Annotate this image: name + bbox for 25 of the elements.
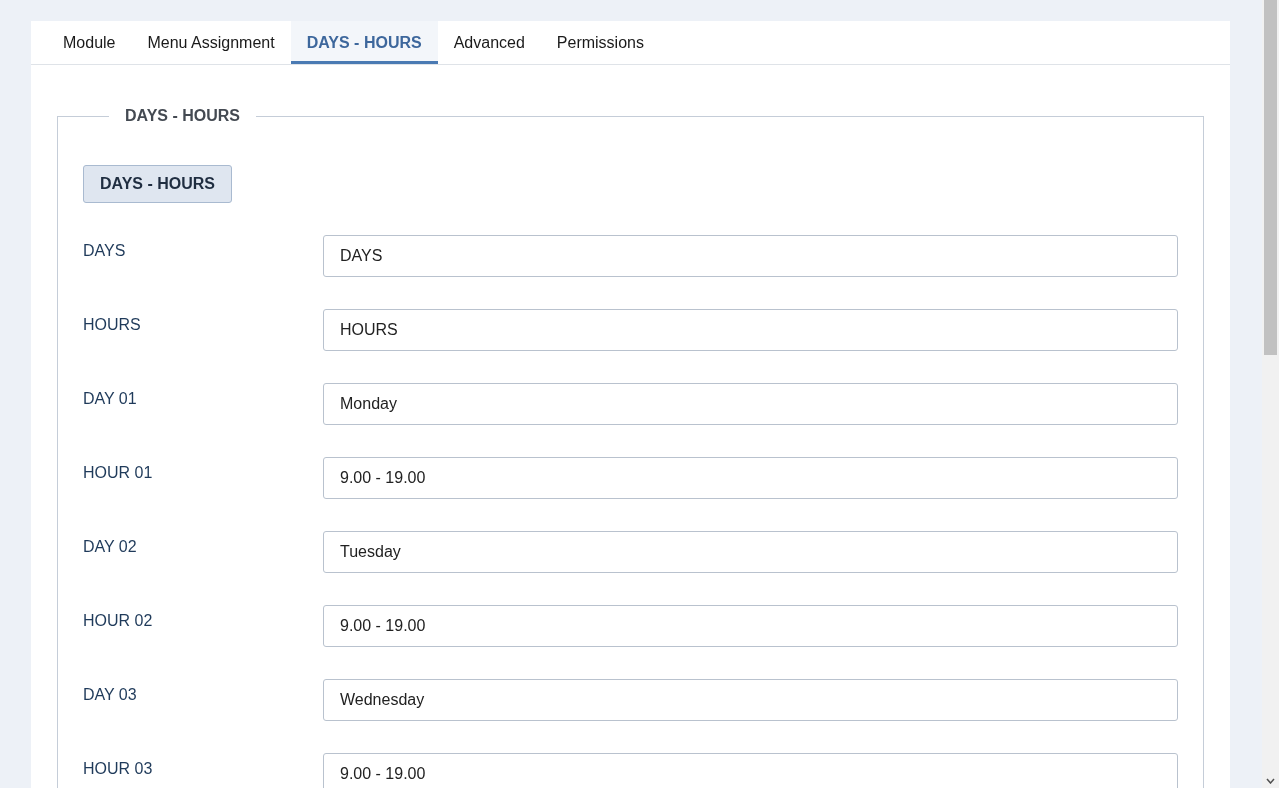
tab[interactable]: Permissions bbox=[540, 21, 660, 64]
input-field[interactable]: 9.00 - 19.00 bbox=[323, 605, 1178, 647]
tab[interactable]: Menu Assignment bbox=[131, 21, 291, 64]
field-label: HOUR 02 bbox=[83, 611, 154, 630]
tab[interactable]: Module bbox=[47, 21, 132, 64]
fieldset-legend: DAYS - HOURS bbox=[109, 107, 256, 125]
input-field[interactable]: Tuesday bbox=[323, 531, 1178, 573]
input-field[interactable]: 9.00 - 19.00 bbox=[323, 753, 1178, 788]
field-label: DAY 01 bbox=[83, 389, 138, 408]
scrollbar-thumb[interactable] bbox=[1264, 0, 1277, 355]
field-label: DAYS bbox=[83, 241, 127, 260]
input-field[interactable]: 9.00 - 19.00 bbox=[323, 457, 1178, 499]
tab[interactable]: Advanced bbox=[437, 21, 541, 64]
section-button[interactable]: DAYS - HOURS bbox=[83, 165, 232, 203]
field-label: HOUR 01 bbox=[83, 463, 154, 482]
input-field[interactable]: Monday bbox=[323, 383, 1178, 425]
field-label: HOURS bbox=[83, 315, 142, 334]
field-label: DAY 02 bbox=[83, 537, 138, 556]
input-field[interactable]: DAYS bbox=[323, 235, 1178, 277]
field-label: DAY 03 bbox=[83, 685, 138, 704]
input-field[interactable]: HOURS bbox=[323, 309, 1178, 351]
input-field[interactable]: Wednesday bbox=[323, 679, 1178, 721]
scrollbar[interactable] bbox=[1262, 0, 1279, 788]
field-label: HOUR 03 bbox=[83, 759, 154, 778]
tab[interactable]: DAYS - HOURS bbox=[290, 21, 438, 64]
